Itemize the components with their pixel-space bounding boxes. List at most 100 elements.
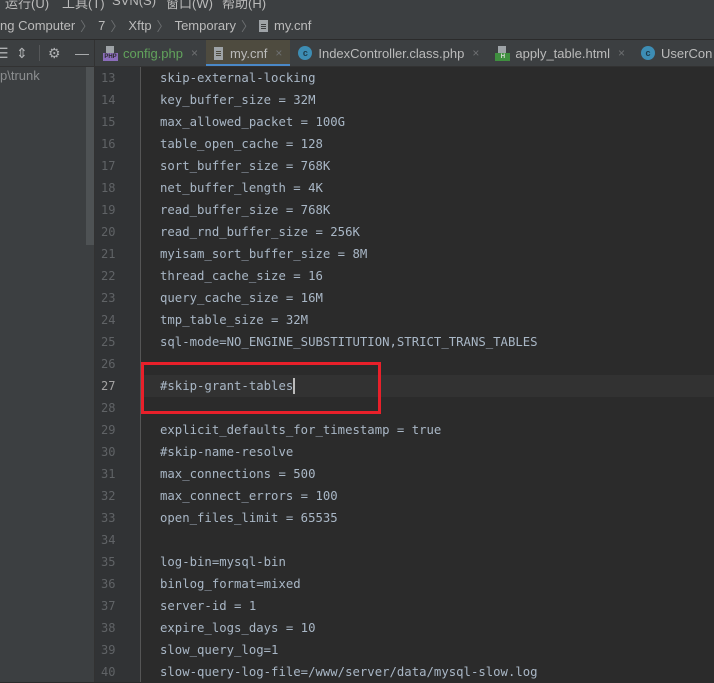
code-line[interactable]: read_rnd_buffer_size = 256K [141,221,714,243]
code-line[interactable] [141,397,714,419]
line-number: 40 [101,665,116,679]
code-text: thread_cache_size = 16 [160,269,323,283]
collapse-all-icon[interactable]: ☰ [0,44,9,62]
code-text: sort_buffer_size = 768K [160,159,331,173]
code-text: query_cache_size = 16M [160,291,323,305]
close-icon[interactable]: × [275,46,282,60]
code-line[interactable]: tmp_table_size = 32M [141,309,714,331]
code-line[interactable]: net_buffer_length = 4K [141,177,714,199]
code-text: tmp_table_size = 32M [160,313,309,327]
tab-label: config.php [123,45,183,61]
breadcrumb-current-file[interactable]: my.cnf [274,18,311,33]
code-line[interactable]: binlog_format=mixed [141,573,714,595]
line-number: 36 [101,577,116,591]
line-number: 22 [101,269,116,283]
breadcrumb-chevron-icon: 〉 [240,18,254,34]
line-number: 29 [101,423,116,437]
tab-my-cnf[interactable]: my.cnf × [206,40,291,66]
breadcrumb: ng Computer 〉 7 〉 Xftp 〉 Temporary 〉 my.… [0,11,714,39]
code-text: log-bin=mysql-bin [160,555,286,569]
close-icon[interactable]: × [191,46,198,60]
menu-svn[interactable]: SVN(S) [112,0,156,8]
toolbar-separator [39,45,40,61]
tab-config-php[interactable]: PHP config.php × [95,40,206,66]
breadcrumb-item[interactable]: Xftp [128,18,151,33]
code-line[interactable]: myisam_sort_buffer_size = 8M [141,243,714,265]
code-text: table_open_cache = 128 [160,137,323,151]
code-line[interactable]: query_cache_size = 16M [141,287,714,309]
line-number: 24 [101,313,116,327]
code-line[interactable]: #skip-name-resolve [141,441,714,463]
minimize-icon[interactable]: — [75,44,89,62]
text-cursor [293,377,296,394]
text-file-icon [259,20,268,32]
code-line[interactable]: expire_logs_days = 10 [141,617,714,639]
code-text: explicit_defaults_for_timestamp = true [160,423,442,437]
code-line[interactable]: key_buffer_size = 32M [141,89,714,111]
breadcrumb-item[interactable]: ng Computer [0,18,75,33]
code-line[interactable]: thread_cache_size = 16 [141,265,714,287]
code-line[interactable]: table_open_cache = 128 [141,133,714,155]
line-number: 20 [101,225,116,239]
code-line[interactable]: max_connections = 500 [141,463,714,485]
line-number: 37 [101,599,116,613]
code-text: #skip-grant-tables [160,379,294,393]
gear-icon[interactable]: ⚙ [48,44,61,62]
code-line[interactable]: read_buffer_size = 768K [141,199,714,221]
code-text: slow-query-log-file=/www/server/data/mys… [160,665,538,679]
code-text: sql-mode=NO_ENGINE_SUBSTITUTION,STRICT_T… [160,335,538,349]
breadcrumb-item[interactable]: 7 [98,18,105,33]
line-number: 25 [101,335,116,349]
breadcrumb-item[interactable]: Temporary [175,18,236,33]
line-number: 16 [101,137,116,151]
code-text: skip-external-locking [160,71,316,85]
menu-run[interactable]: 运行(U) [5,0,49,11]
menu-tools[interactable]: 工具(T) [62,0,105,11]
line-number: 23 [101,291,116,305]
breadcrumb-chevron-icon: 〉 [80,18,94,34]
class-icon: c [298,46,313,60]
project-scrollbar[interactable] [86,67,94,245]
code-line[interactable]: log-bin=mysql-bin [141,551,714,573]
code-text: #skip-name-resolve [160,445,294,459]
code-line[interactable]: sort_buffer_size = 768K [141,155,714,177]
menu-window[interactable]: 窗口(W) [166,0,213,11]
html-file-icon: H [495,45,511,61]
code-line[interactable]: slow_query_log=1 [141,639,714,661]
tab-user-controller[interactable]: c UserCon [633,40,714,66]
code-line[interactable]: max_connect_errors = 100 [141,485,714,507]
project-panel: p\trunk [0,67,95,682]
line-number: 28 [101,401,116,415]
class-icon: c [641,46,656,60]
line-number: 34 [101,533,116,547]
code-text: open_files_limit = 65535 [160,511,338,525]
line-number: 30 [101,445,116,459]
line-number: 15 [101,115,116,129]
code-line[interactable] [141,529,714,551]
code-line[interactable]: slow-query-log-file=/www/server/data/mys… [141,661,714,683]
code-line[interactable]: skip-external-locking [141,67,714,89]
code-line-current[interactable]: #skip-grant-tables [141,375,714,397]
code-line[interactable] [141,353,714,375]
tab-index-controller[interactable]: c IndexController.class.php × [290,40,487,66]
code-line[interactable]: sql-mode=NO_ENGINE_SUBSTITUTION,STRICT_T… [141,331,714,353]
menu-help[interactable]: 帮助(H) [222,0,266,11]
project-tree-path[interactable]: p\trunk [0,68,40,83]
tab-apply-table[interactable]: H apply_table.html × [487,40,633,66]
code-line[interactable]: server-id = 1 [141,595,714,617]
expand-icon[interactable]: ⇕ [16,44,28,62]
editor-tabs: PHP config.php × my.cnf × c IndexControl… [95,40,714,67]
tab-label: IndexController.class.php [318,45,465,61]
code-line[interactable]: max_allowed_packet = 100G [141,111,714,133]
line-number: 38 [101,621,116,635]
code-text: net_buffer_length = 4K [160,181,323,195]
close-icon[interactable]: × [472,46,479,60]
line-number: 31 [101,467,116,481]
tab-label: my.cnf [230,45,268,61]
code-line[interactable]: open_files_limit = 65535 [141,507,714,529]
code-line[interactable]: explicit_defaults_for_timestamp = true [141,419,714,441]
line-number: 14 [101,93,116,107]
close-icon[interactable]: × [618,46,625,60]
